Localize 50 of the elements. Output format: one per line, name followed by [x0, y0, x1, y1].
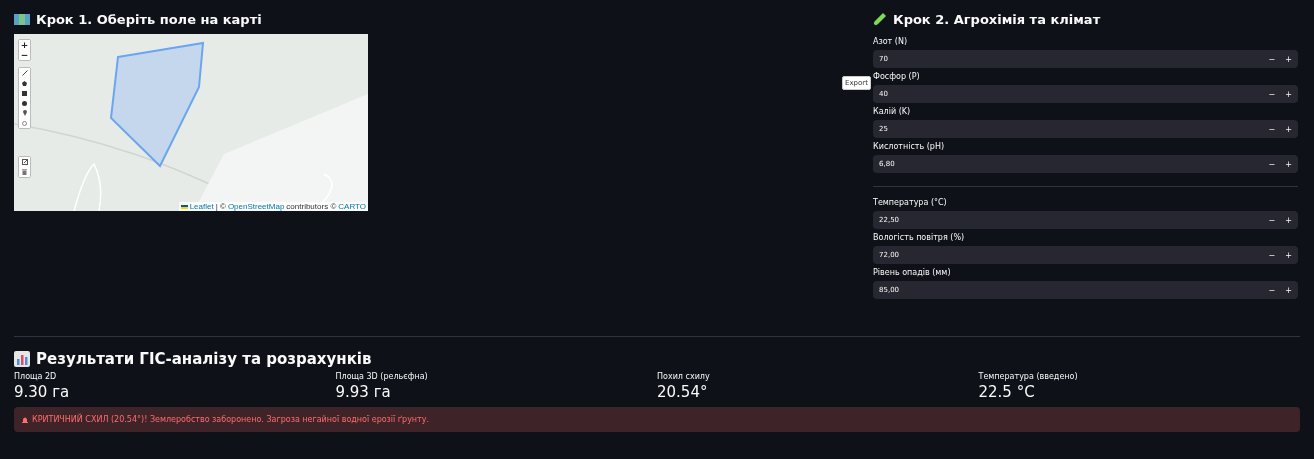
metric-label: Площа 3D (рельєфна) [335, 372, 429, 381]
decrement-button[interactable]: − [1268, 159, 1276, 169]
increment-button[interactable]: + [1285, 250, 1292, 260]
trash-icon[interactable] [19, 167, 30, 177]
alert-text: КРИТИЧНИЙ СХИЛ (20.54°)! Землеробство заборонено. Загроза негайної водної ерозії ґрунту. [32, 415, 430, 424]
carto-link[interactable]: CARTO [338, 202, 366, 211]
field-label: Температура (°C) [873, 198, 948, 208]
increment-button[interactable]: + [1285, 89, 1292, 99]
field-polygon[interactable] [109, 41, 205, 168]
metric-label: Похил схилу [657, 372, 711, 381]
decrement-button[interactable]: − [1268, 89, 1276, 99]
metric-value: 22.5 °C [978, 383, 1036, 401]
metric-value: 9.30 га [14, 383, 71, 401]
field-label: Вологість повітря (%) [873, 233, 966, 243]
increment-button[interactable]: + [1285, 124, 1292, 134]
map-icon [14, 12, 30, 26]
decrement-button[interactable]: − [1268, 54, 1276, 64]
edit-icon[interactable] [19, 157, 30, 167]
decrement-button[interactable]: − [1268, 215, 1276, 225]
draw-line-icon[interactable] [19, 68, 30, 78]
road-line [73, 163, 102, 211]
metric-label: Площа 2D [14, 372, 58, 381]
field-label: Фосфор (P) [873, 72, 921, 82]
decrement-button[interactable]: − [1268, 124, 1276, 134]
attribution-text: contributors © [286, 202, 337, 211]
leaflet-link[interactable]: Leaflet [189, 202, 214, 211]
alarm-icon [22, 416, 28, 423]
section-title: Крок 2. Агрохімія та клімат [893, 11, 1101, 27]
flag-icon [180, 204, 188, 209]
metric-value: 9.93 га [335, 383, 392, 401]
field-label: Азот (N) [873, 37, 909, 47]
increment-button[interactable]: + [1285, 215, 1292, 225]
zoom-in-button[interactable]: + [19, 40, 30, 50]
section-title: Крок 1. Оберіть поле на карті [36, 11, 262, 27]
field-label: Рівень опадів (мм) [873, 268, 952, 278]
increment-button[interactable]: + [1285, 285, 1292, 295]
field-label: Калій (K) [873, 107, 912, 117]
bar-chart-icon [14, 351, 30, 367]
test-tube-icon [873, 12, 887, 26]
osm-link[interactable]: OpenStreetMap [227, 202, 285, 211]
decrement-button[interactable]: − [1268, 250, 1276, 260]
section-title: Результати ГІС-аналізу та розрахунків [36, 350, 372, 368]
increment-button[interactable]: + [1285, 159, 1292, 169]
decrement-button[interactable]: − [1268, 285, 1276, 295]
attribution-text: | © [215, 202, 226, 211]
map[interactable]: + − Leaflet | © OpenStreetMap contributors © CARTO [14, 34, 368, 211]
metric-value: 20.54° [657, 383, 709, 401]
increment-button[interactable]: + [1285, 54, 1292, 64]
field-label: Кислотність (pH) [873, 142, 946, 152]
metric-label: Температура (введено) [978, 372, 1079, 381]
